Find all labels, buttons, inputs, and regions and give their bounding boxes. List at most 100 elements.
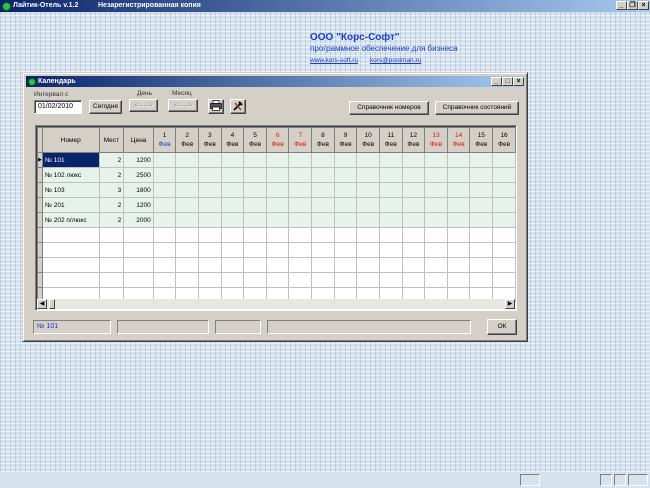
booking-cell[interactable]	[220, 182, 245, 198]
website-link[interactable]: www.kors-soft.ru	[310, 57, 358, 64]
table-row[interactable]: № 202 п/люкс 2 2000	[37, 212, 516, 228]
booking-cell[interactable]	[175, 197, 199, 213]
booking-cell[interactable]	[424, 182, 448, 198]
booking-cell[interactable]	[311, 167, 335, 183]
booking-cell[interactable]	[469, 167, 494, 183]
dialog-minimize-button[interactable]: _	[491, 77, 502, 86]
room-places-cell[interactable]: 2	[98, 197, 125, 213]
booking-cell[interactable]	[333, 167, 358, 183]
booking-cell[interactable]	[265, 182, 290, 198]
booking-cell[interactable]	[333, 212, 358, 228]
room-price-cell[interactable]: 2000	[123, 212, 154, 228]
booking-cell[interactable]	[152, 182, 177, 198]
room-places-cell[interactable]: 3	[98, 182, 125, 198]
booking-cell[interactable]	[378, 212, 403, 228]
booking-cell[interactable]	[446, 197, 471, 213]
booking-cell[interactable]	[265, 197, 290, 213]
booking-cell[interactable]	[311, 182, 335, 198]
room-places-cell[interactable]: 2	[98, 167, 125, 183]
booking-cell[interactable]	[356, 197, 380, 213]
booking-cell[interactable]	[265, 167, 290, 183]
close-button[interactable]: ×	[638, 1, 649, 10]
booking-cell[interactable]	[446, 152, 471, 168]
booking-cell[interactable]	[356, 212, 380, 228]
booking-cell[interactable]	[469, 212, 494, 228]
booking-cell[interactable]	[243, 152, 267, 168]
print-button[interactable]	[208, 99, 224, 114]
scroll-right-arrow[interactable]: ▶	[505, 299, 515, 309]
booking-cell[interactable]	[152, 212, 177, 228]
booking-cell[interactable]	[401, 212, 426, 228]
booking-cell[interactable]	[378, 152, 403, 168]
booking-cell[interactable]	[401, 182, 426, 198]
room-places-cell[interactable]: 2	[98, 212, 125, 228]
booking-cell[interactable]	[446, 212, 471, 228]
booking-cell[interactable]	[492, 167, 516, 183]
email-link[interactable]: kors@postman.ru	[370, 57, 421, 64]
booking-cell[interactable]	[356, 152, 380, 168]
booking-cell[interactable]	[220, 197, 245, 213]
booking-cell[interactable]	[220, 152, 245, 168]
booking-cell[interactable]	[265, 152, 290, 168]
booking-cell[interactable]	[333, 182, 358, 198]
day-nav-buttons[interactable]: <-- -->	[129, 99, 158, 112]
booking-cell[interactable]	[424, 212, 448, 228]
booking-cell[interactable]	[333, 152, 358, 168]
room-price-cell[interactable]: 1200	[123, 152, 154, 168]
booking-cell[interactable]	[492, 197, 516, 213]
booking-cell[interactable]	[333, 197, 358, 213]
booking-cell[interactable]	[152, 167, 177, 183]
booking-cell[interactable]	[197, 167, 222, 183]
booking-cell[interactable]	[378, 182, 403, 198]
today-button[interactable]: Сегодня	[89, 100, 122, 114]
horizontal-scrollbar[interactable]: ◀ ▶	[37, 299, 515, 309]
booking-cell[interactable]	[197, 212, 222, 228]
booking-cell[interactable]	[288, 182, 313, 198]
ok-button[interactable]: ОК	[487, 319, 517, 335]
booking-cell[interactable]	[288, 197, 313, 213]
dialog-maximize-button[interactable]: □	[502, 77, 513, 86]
booking-cell[interactable]	[288, 212, 313, 228]
scroll-left-arrow[interactable]: ◀	[37, 299, 47, 309]
booking-cell[interactable]	[446, 167, 471, 183]
month-next[interactable]: -->	[184, 102, 192, 109]
tools-button[interactable]	[230, 99, 246, 114]
booking-cell[interactable]	[288, 152, 313, 168]
booking-cell[interactable]	[311, 152, 335, 168]
booking-cell[interactable]	[401, 152, 426, 168]
booking-cell[interactable]	[243, 182, 267, 198]
room-number-cell[interactable]: № 101	[41, 152, 100, 168]
room-price-cell[interactable]: 2500	[123, 167, 154, 183]
booking-cell[interactable]	[288, 167, 313, 183]
booking-cell[interactable]	[152, 152, 177, 168]
booking-cell[interactable]	[492, 182, 516, 198]
room-number-cell[interactable]: № 102 люкс	[41, 167, 100, 183]
room-number-cell[interactable]: № 103	[41, 182, 100, 198]
booking-cell[interactable]	[356, 167, 380, 183]
booking-cell[interactable]	[378, 197, 403, 213]
scroll-thumb[interactable]	[49, 299, 55, 309]
room-number-cell[interactable]: № 201	[41, 197, 100, 213]
booking-cell[interactable]	[243, 167, 267, 183]
dialog-close-button[interactable]: ×	[513, 77, 524, 86]
day-next[interactable]: -->	[144, 102, 152, 109]
booking-cell[interactable]	[469, 182, 494, 198]
booking-cell[interactable]	[311, 197, 335, 213]
booking-cell[interactable]	[152, 197, 177, 213]
booking-cell[interactable]	[424, 152, 448, 168]
booking-cell[interactable]	[220, 212, 245, 228]
booking-cell[interactable]	[197, 197, 222, 213]
table-row[interactable]: № 103 3 1800	[37, 182, 516, 198]
booking-cell[interactable]	[356, 182, 380, 198]
table-row[interactable]: № 201 2 1200	[37, 197, 516, 213]
booking-cell[interactable]	[220, 167, 245, 183]
booking-cell[interactable]	[243, 197, 267, 213]
booking-cell[interactable]	[175, 167, 199, 183]
booking-cell[interactable]	[378, 167, 403, 183]
booking-cell[interactable]	[492, 212, 516, 228]
room-places-cell[interactable]: 2	[98, 152, 125, 168]
table-row[interactable]: ▶ № 101 2 1200	[37, 152, 516, 168]
booking-cell[interactable]	[243, 212, 267, 228]
rooms-reference-button[interactable]: Справочник номеров	[349, 101, 429, 115]
room-price-cell[interactable]: 1800	[123, 182, 154, 198]
